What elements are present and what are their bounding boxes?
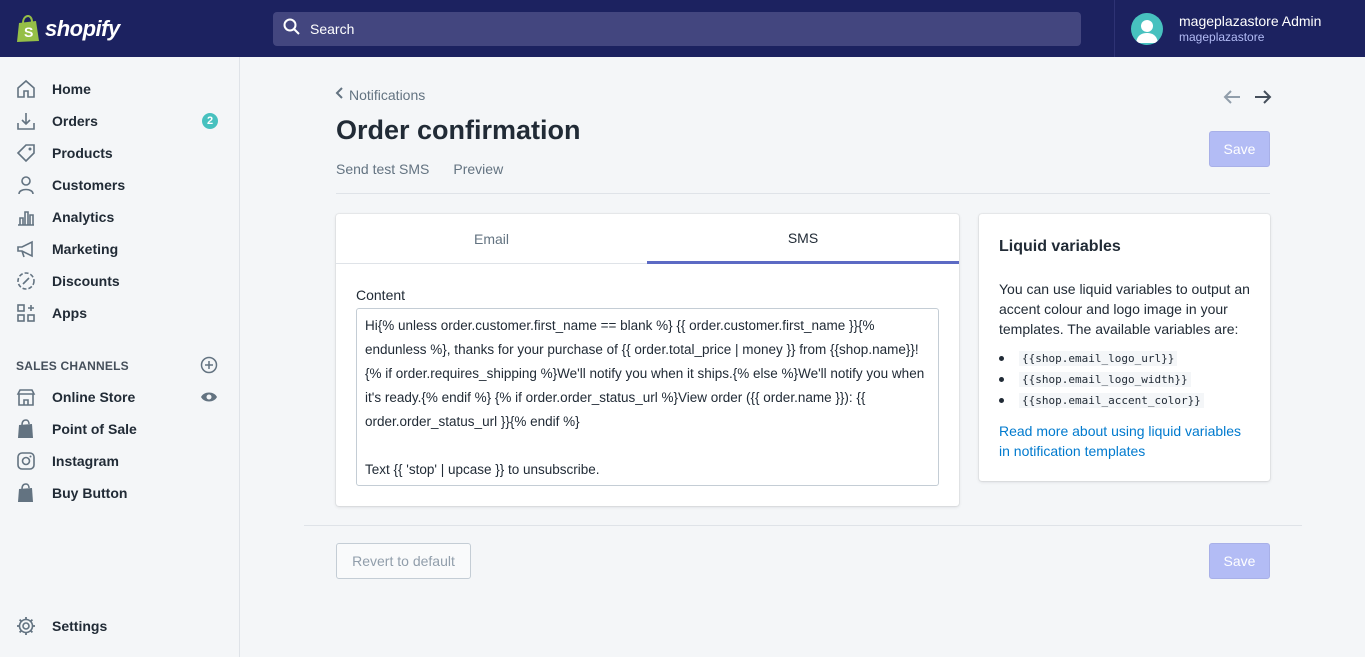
- variable-code: {{shop.email_logo_url}}: [1019, 351, 1178, 366]
- user-name: mageplazastore Admin: [1179, 13, 1322, 29]
- apps-icon: [16, 303, 36, 323]
- orders-icon: [16, 111, 36, 131]
- sidebar-item-label: Orders: [52, 113, 98, 129]
- user-menu[interactable]: mageplazastore Admin mageplazastore: [1114, 0, 1365, 57]
- variable-code: {{shop.email_accent_color}}: [1019, 393, 1204, 408]
- list-item: {{shop.email_accent_color}}: [999, 390, 1204, 411]
- sidebar-item-products[interactable]: Products: [0, 137, 239, 169]
- sidebar-item-marketing[interactable]: Marketing: [0, 233, 239, 265]
- store-icon: [16, 387, 36, 407]
- chevron-left-icon: [334, 86, 346, 103]
- megaphone-icon: [16, 239, 36, 259]
- avatar: [1131, 12, 1163, 45]
- sidebar-item-label: Marketing: [52, 241, 119, 257]
- search-icon: [283, 18, 301, 41]
- sidebar-item-label: Settings: [52, 618, 108, 634]
- sidebar: Home Orders 2 Products Customers Analyti…: [0, 57, 240, 657]
- sidebar-item-label: Buy Button: [52, 485, 128, 501]
- content-label: Content: [356, 287, 406, 303]
- home-icon: [16, 79, 36, 99]
- sidebar-item-orders[interactable]: Orders 2: [0, 105, 239, 137]
- sidebar-item-home[interactable]: Home: [0, 73, 239, 105]
- sidebar-item-label: Discounts: [52, 273, 120, 289]
- shopify-bag-icon: [16, 419, 36, 439]
- tag-icon: [16, 143, 36, 163]
- tab-sms[interactable]: SMS: [647, 214, 959, 264]
- shopify-bag-icon: [16, 483, 36, 503]
- sidebar-item-label: Online Store: [52, 389, 136, 405]
- liquid-variables-list: {{shop.email_logo_url}} {{shop.email_log…: [999, 348, 1204, 411]
- shopify-bag-icon: S: [16, 14, 40, 43]
- search-input[interactable]: Search: [310, 21, 354, 37]
- sidebar-item-discounts[interactable]: Discounts: [0, 265, 239, 297]
- liquid-docs-link[interactable]: Read more about using liquid variables i…: [999, 421, 1254, 461]
- editor-tabs: Email SMS: [336, 214, 959, 264]
- orders-count-badge: 2: [202, 113, 218, 129]
- editor-card: Email SMS Content Hi{% unless order.cust…: [336, 214, 959, 506]
- sidebar-item-settings[interactable]: Settings: [0, 610, 239, 642]
- sidebar-item-label: Point of Sale: [52, 421, 137, 437]
- user-store: mageplazastore: [1179, 30, 1265, 44]
- sidebar-item-online-store[interactable]: Online Store: [0, 381, 239, 413]
- customer-icon: [16, 175, 36, 195]
- liquid-variables-card: Liquid variables You can use liquid vari…: [979, 214, 1270, 481]
- preview-button[interactable]: Preview: [453, 161, 503, 177]
- discount-icon: [16, 271, 36, 291]
- brand-name: shopify: [45, 15, 120, 41]
- liquid-variables-title: Liquid variables: [999, 238, 1121, 255]
- sidebar-item-buy-button[interactable]: Buy Button: [0, 477, 239, 509]
- sidebar-item-label: Apps: [52, 305, 87, 321]
- revert-to-default-button[interactable]: Revert to default: [336, 543, 471, 579]
- send-test-sms-button[interactable]: Send test SMS: [336, 161, 429, 177]
- sidebar-item-apps[interactable]: Apps: [0, 297, 239, 329]
- header-divider: [336, 193, 1270, 194]
- sms-content-textarea[interactable]: Hi{% unless order.customer.first_name ==…: [356, 308, 939, 486]
- footer-divider: [304, 525, 1302, 526]
- arrow-left-icon[interactable]: [1221, 86, 1243, 108]
- sidebar-item-label: Home: [52, 81, 91, 97]
- sidebar-item-label: Instagram: [52, 453, 119, 469]
- gear-icon: [16, 616, 36, 636]
- arrow-right-icon[interactable]: [1252, 86, 1274, 108]
- liquid-variables-description: You can use liquid variables to output a…: [999, 281, 1250, 337]
- analytics-icon: [16, 207, 36, 227]
- breadcrumb-label: Notifications: [349, 86, 426, 103]
- eye-icon[interactable]: [200, 390, 218, 409]
- sidebar-item-label: Products: [52, 145, 113, 161]
- search-bar[interactable]: Search: [273, 12, 1081, 46]
- page-actions: Send test SMS Preview: [336, 161, 527, 177]
- sidebar-item-label: Analytics: [52, 209, 115, 225]
- pagination: [1212, 86, 1274, 108]
- add-channel-icon[interactable]: [200, 356, 218, 379]
- sidebar-item-analytics[interactable]: Analytics: [0, 201, 239, 233]
- sales-channels-heading: SALES CHANNELS: [16, 359, 129, 373]
- sidebar-item-label: Customers: [52, 177, 126, 193]
- page-title: Order confirmation: [336, 115, 581, 145]
- list-item: {{shop.email_logo_width}}: [999, 369, 1204, 390]
- svg-text:S: S: [24, 24, 33, 40]
- variable-code: {{shop.email_logo_width}}: [1019, 372, 1191, 387]
- save-button[interactable]: Save: [1209, 543, 1270, 579]
- save-button[interactable]: Save: [1209, 131, 1270, 167]
- tab-email[interactable]: Email: [336, 214, 647, 263]
- list-item: {{shop.email_logo_url}}: [999, 348, 1204, 369]
- shopify-logo[interactable]: S shopify: [0, 0, 240, 57]
- sidebar-item-instagram[interactable]: Instagram: [0, 445, 239, 477]
- breadcrumb[interactable]: Notifications: [334, 86, 425, 103]
- sidebar-item-point-of-sale[interactable]: Point of Sale: [0, 413, 239, 445]
- sidebar-item-customers[interactable]: Customers: [0, 169, 239, 201]
- instagram-icon: [16, 451, 36, 471]
